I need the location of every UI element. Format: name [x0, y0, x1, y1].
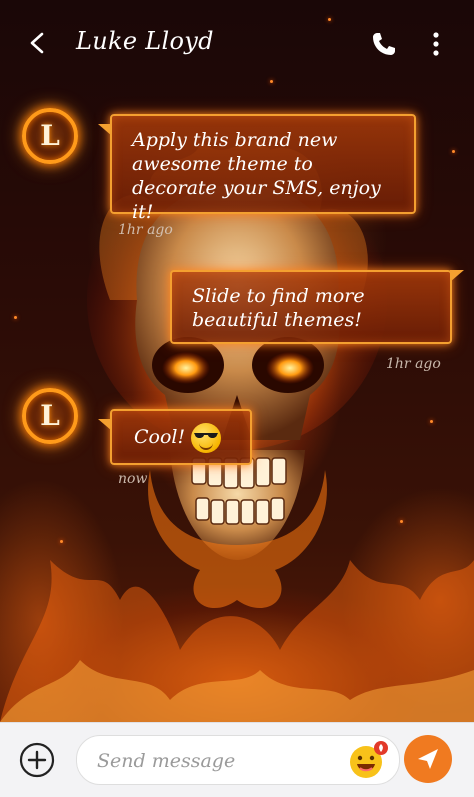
ember-particle: [452, 150, 455, 153]
message-input-container: [76, 735, 400, 786]
message-text: Apply this brand new awesome theme to de…: [132, 129, 381, 223]
message-timestamp: now: [118, 471, 148, 487]
sunglasses-emoji-icon: [191, 423, 222, 453]
contact-name: Luke Lloyd: [76, 27, 214, 55]
message-text: Slide to find more beautiful themes!: [192, 285, 365, 331]
phone-icon[interactable]: [370, 30, 398, 58]
ember-particle: [14, 316, 17, 319]
send-icon: [418, 749, 438, 769]
ember-particle: [400, 520, 403, 523]
avatar-letter: L: [40, 119, 60, 152]
message-timestamp: 1hr ago: [386, 356, 441, 372]
composer-bar: [0, 722, 474, 797]
add-circle-icon[interactable]: [19, 742, 55, 778]
outgoing-message-bubble[interactable]: Slide to find more beautiful themes!: [170, 270, 464, 344]
bubble-tail: [98, 124, 112, 136]
emoji-sticker-icon[interactable]: [347, 740, 389, 780]
bubble-tail: [98, 419, 112, 431]
send-button[interactable]: [404, 735, 452, 783]
message-content: Cool!: [112, 411, 250, 465]
message-timestamp: 1hr ago: [118, 222, 173, 238]
conversation-header: Luke Lloyd: [0, 0, 474, 86]
incoming-message-bubble[interactable]: Apply this brand new awesome theme to de…: [98, 114, 416, 223]
bubble-tail: [450, 270, 464, 282]
contact-avatar[interactable]: L: [18, 384, 82, 448]
ember-particle: [60, 540, 63, 543]
back-arrow-icon[interactable]: [22, 28, 52, 58]
ember-particle: [430, 420, 433, 423]
message-text: Cool!: [134, 426, 186, 448]
contact-avatar[interactable]: L: [18, 104, 82, 168]
incoming-message-bubble[interactable]: Cool!: [98, 409, 252, 465]
more-vertical-icon[interactable]: [426, 30, 446, 58]
message-input[interactable]: [95, 736, 339, 786]
avatar-letter: L: [40, 399, 60, 432]
